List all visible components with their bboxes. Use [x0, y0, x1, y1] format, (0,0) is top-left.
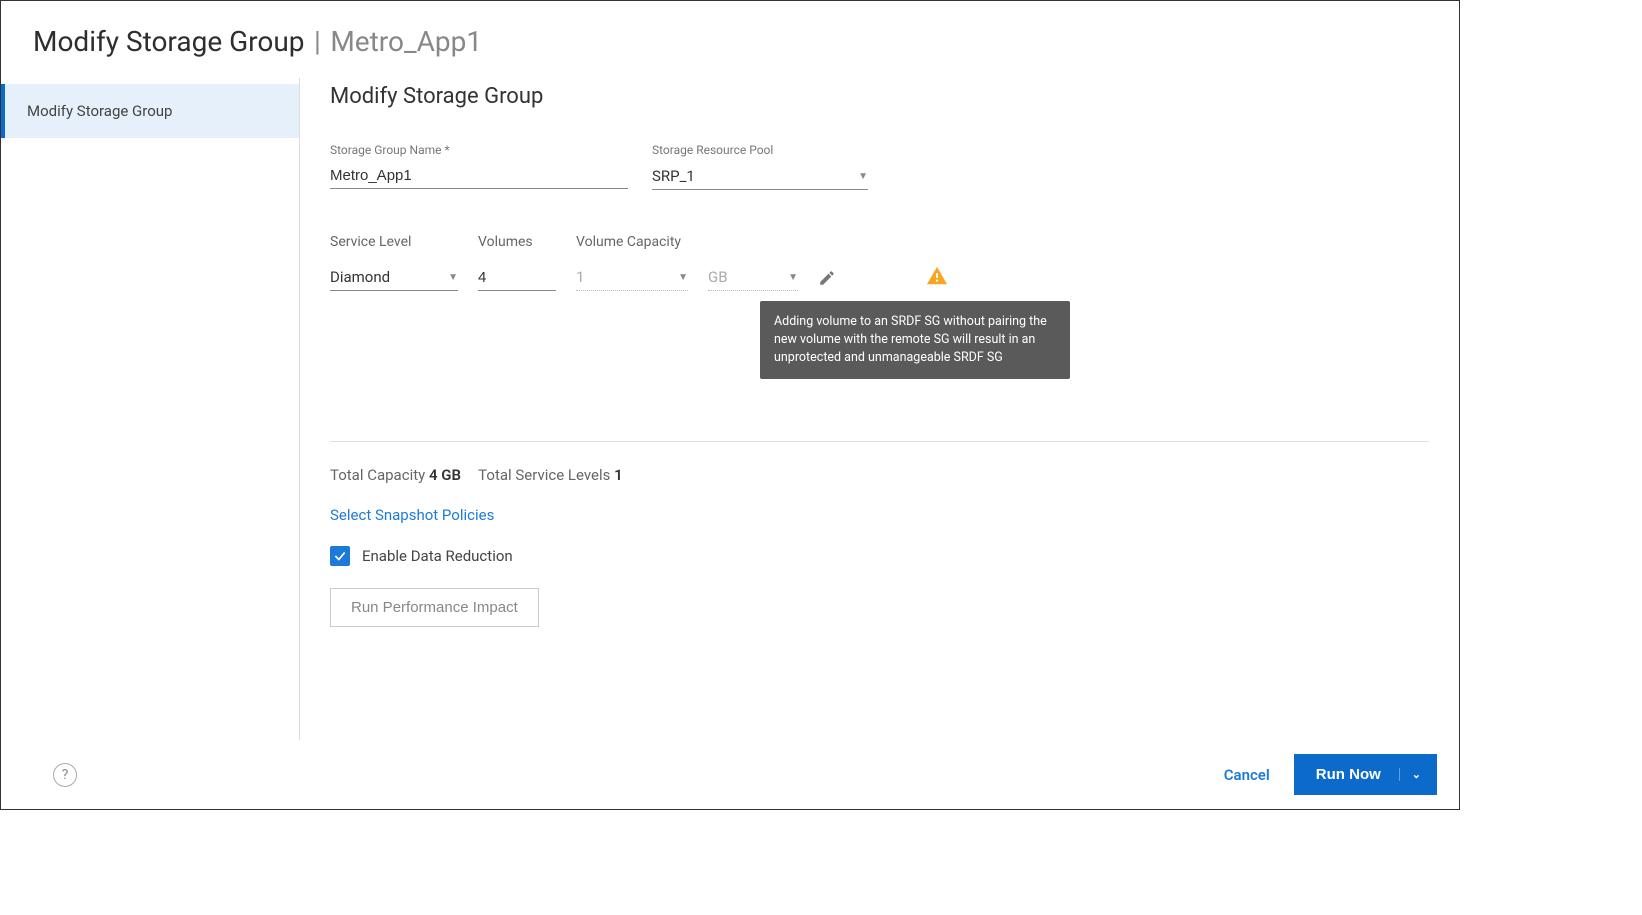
total-service-levels-label: Total Service Levels: [478, 466, 614, 484]
volume-row: Diamond ▼ 1 ▼ GB ▼ Adding volume to a: [330, 264, 1429, 291]
volume-capacity-select[interactable]: 1 ▼: [576, 264, 688, 291]
total-service-levels-value: 1: [614, 466, 623, 484]
section-title: Modify Storage Group: [330, 78, 1429, 109]
help-icon[interactable]: ?: [53, 763, 77, 787]
dialog-footer: ? Cancel Run Now ⌄: [1, 740, 1459, 809]
run-now-button[interactable]: Run Now ⌄: [1294, 754, 1437, 795]
totals-row: Total Capacity 4 GB Total Service Levels…: [330, 466, 1429, 484]
chevron-down-icon: ▼: [678, 272, 688, 283]
warning-tooltip: Adding volume to an SRDF SG without pair…: [760, 301, 1070, 379]
chevron-down-icon: ▼: [858, 171, 868, 182]
enable-data-reduction-checkbox[interactable]: [330, 546, 350, 566]
chevron-down-icon: ▼: [788, 272, 798, 283]
context-name: Metro_App1: [330, 25, 482, 58]
run-performance-impact-button[interactable]: Run Performance Impact: [330, 588, 539, 627]
total-capacity-label: Total Capacity: [330, 466, 429, 484]
field-storage-group-name: Storage Group Name *: [330, 143, 628, 190]
select-snapshot-policies-link[interactable]: Select Snapshot Policies: [330, 506, 494, 524]
dialog-header: Modify Storage Group | Metro_App1: [1, 1, 1459, 78]
sidebar-item-modify-storage-group[interactable]: Modify Storage Group: [1, 84, 299, 138]
field-storage-resource-pool: Storage Resource Pool SRP_1 ▼: [652, 143, 868, 190]
chevron-down-icon: ▼: [448, 272, 458, 283]
chevron-down-icon: ⌄: [1399, 768, 1421, 781]
volume-capacity-value: 1: [576, 268, 584, 286]
enable-data-reduction-row: Enable Data Reduction: [330, 546, 1429, 566]
volumes-input[interactable]: [478, 265, 556, 291]
capacity-unit-value: GB: [708, 268, 728, 286]
modify-storage-group-dialog: Modify Storage Group | Metro_App1 Modify…: [0, 0, 1460, 810]
wizard-sidebar: Modify Storage Group: [1, 78, 299, 746]
srp-label: Storage Resource Pool: [652, 143, 868, 157]
col-service-level: Service Level: [330, 234, 458, 250]
service-level-value: Diamond: [330, 268, 390, 286]
footer-actions: Cancel Run Now ⌄: [1224, 754, 1437, 795]
divider: [330, 441, 1429, 442]
service-level-select[interactable]: Diamond ▼: [330, 264, 458, 291]
volume-columns-header: Service Level Volumes Volume Capacity: [330, 234, 1429, 250]
col-volume-capacity: Volume Capacity: [576, 234, 681, 250]
total-capacity-value: 4 GB: [429, 466, 461, 484]
enable-data-reduction-label: Enable Data Reduction: [362, 547, 513, 565]
warning-icon[interactable]: Adding volume to an SRDF SG without pair…: [926, 265, 948, 291]
sg-name-label: Storage Group Name *: [330, 143, 628, 157]
dialog-body: Modify Storage Group Modify Storage Grou…: [1, 78, 1459, 746]
sidebar-item-label: Modify Storage Group: [27, 102, 172, 120]
run-now-label: Run Now: [1316, 766, 1381, 783]
main-panel: Modify Storage Group Storage Group Name …: [299, 78, 1459, 746]
srp-select[interactable]: SRP_1 ▼: [652, 163, 868, 190]
col-volumes: Volumes: [478, 234, 556, 250]
sg-name-input[interactable]: [330, 163, 628, 189]
page-title: Modify Storage Group: [33, 25, 305, 58]
capacity-unit-select[interactable]: GB ▼: [708, 264, 798, 291]
cancel-button[interactable]: Cancel: [1224, 766, 1270, 784]
title-divider: |: [314, 25, 321, 58]
srp-value: SRP_1: [652, 167, 695, 185]
edit-icon[interactable]: [818, 269, 836, 291]
form-row-identity: Storage Group Name * Storage Resource Po…: [330, 143, 1429, 190]
